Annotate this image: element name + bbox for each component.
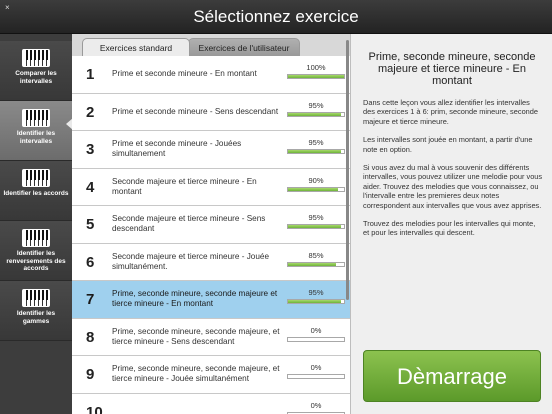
piano-keyboard-icon — [22, 49, 50, 67]
exercise-number: 4 — [86, 178, 95, 196]
progress-fill — [288, 150, 342, 153]
exercise-percent: 85% — [308, 250, 324, 260]
progress-bar — [287, 374, 345, 379]
exercise-number: 1 — [86, 66, 95, 83]
progress-fill — [288, 187, 339, 191]
exercise-percent: 0% — [310, 325, 322, 335]
sidebar-item-label: Identifier les accords — [3, 190, 69, 197]
exercise-list: 1 Prime et seconde mineure - En montant 10… — [72, 56, 350, 414]
exercise-name: Seconde majeure et tierce mineure - En m… — [112, 176, 257, 196]
exercise-percent: 95% — [308, 213, 324, 222]
exercise-number: 3 — [86, 141, 95, 158]
close-icon[interactable]: × — [5, 4, 10, 12]
exercise-number: 6 — [86, 253, 95, 271]
tab-standard-exercises[interactable]: Exercices standard — [82, 38, 190, 56]
exercise-percent: 95% — [308, 100, 324, 110]
exercise-row[interactable]: 6 Seconde majeure et tierce mineure - Jou… — [72, 243, 350, 281]
progress-bar — [287, 224, 345, 229]
progress-fill — [288, 112, 342, 116]
description-paragraph: Les intervalles sont jouée en montant, a… — [363, 135, 533, 154]
progress-bar — [287, 336, 345, 342]
sidebar-item-label: Identifier les gammes — [16, 310, 56, 325]
sidebar: Comparer les intervalles Identifier les i… — [0, 34, 72, 414]
tab-user-exercises[interactable]: Exercices de l'utilisateur — [188, 38, 300, 56]
description-paragraph: Dans cette leçon vous allez identifier l… — [363, 98, 539, 126]
sidebar-item-4[interactable]: Identifier les renversements des accords — [0, 221, 72, 281]
progress-fill — [288, 75, 344, 78]
piano-keyboard-icon — [22, 229, 50, 247]
sidebar-item-5[interactable]: Identifier les gammes — [0, 281, 72, 341]
exercise-row[interactable]: 1 Prime et seconde mineure - En montant 10… — [72, 56, 350, 94]
sidebar-item-label: Comparer les intervalles — [15, 70, 57, 85]
exercise-number: 8 — [86, 328, 95, 346]
description-paragraph: Trouvez des melodies pour les intervalle… — [363, 219, 536, 238]
exercise-name: Prime, seconde mineure, seconde majeure,… — [112, 364, 280, 384]
detail-description: Dans cette leçon vous allez identifier l… — [363, 98, 543, 247]
exercise-name: Seconde majeure et tierce mineure - Sens… — [112, 214, 266, 234]
exercise-row[interactable]: 5 Seconde majeure et tierce mineure - Sen… — [72, 206, 350, 244]
sidebar-item-1[interactable]: Comparer les intervalles — [0, 41, 72, 101]
exercise-percent: 90% — [308, 175, 324, 185]
exercise-percent: 95% — [308, 138, 324, 147]
progress-bar — [287, 299, 345, 304]
sidebar-item-label: Identifier les renversements des accords — [6, 250, 66, 272]
sidebar-item-label: Identifier les intervalles — [16, 130, 56, 145]
exercise-name: Prime et seconde mineure - Sens descenda… — [112, 106, 279, 116]
exercise-percent: 100% — [306, 63, 326, 72]
exercise-number: 9 — [86, 366, 95, 383]
piano-keyboard-icon — [22, 169, 50, 187]
progress-bar — [287, 74, 345, 79]
exercise-row[interactable]: 3 Prime et seconde mineure - Jouées simul… — [72, 131, 350, 169]
exercise-row[interactable]: 7 Prime, seconde mineure, seconde majeure… — [72, 281, 350, 319]
progress-bar — [287, 186, 345, 192]
exercise-list-panel: Exercices de l'utilisateur Exercices sta… — [72, 34, 350, 414]
progress-bar — [287, 111, 345, 117]
scrollbar[interactable] — [346, 40, 349, 300]
exercise-row[interactable]: 9 Prime, seconde mineure, seconde majeure… — [72, 356, 350, 394]
exercise-row[interactable]: 2 Prime et seconde mineure - Sens descend… — [72, 93, 350, 131]
detail-panel: Prime, seconde mineure, seconde majeure … — [350, 34, 552, 414]
piano-keyboard-icon — [22, 289, 50, 307]
exercise-name: Prime, seconde mineure, seconde majeure … — [112, 289, 278, 309]
exercise-name: Seconde majeure et tierce mineure - Joué… — [112, 251, 270, 271]
exercise-percent: 95% — [308, 288, 324, 297]
progress-bar — [287, 261, 345, 267]
exercise-row[interactable]: 4 Seconde majeure et tierce mineure - En … — [72, 168, 350, 206]
piano-keyboard-icon — [22, 109, 50, 127]
exercise-name: Prime et seconde mineure - En montant — [112, 69, 257, 79]
start-button[interactable]: Dèmarrage — [363, 350, 541, 402]
progress-bar — [287, 149, 345, 154]
progress-fill — [288, 262, 336, 266]
exercise-row[interactable]: 10 0% — [72, 393, 350, 414]
exercise-number: 5 — [86, 216, 95, 233]
exercise-number: 2 — [86, 103, 95, 121]
sidebar-item-3[interactable]: Identifier les accords — [0, 161, 72, 221]
exercise-name: Prime et seconde mineure - Jouées simult… — [112, 139, 242, 159]
title-bar: × Sélectionnez exercice — [0, 0, 552, 34]
detail-title: Prime, seconde mineure, seconde majeure … — [368, 51, 536, 87]
exercise-percent: 0% — [310, 363, 322, 372]
exercise-name: Prime, seconde mineure, seconde majeure,… — [112, 326, 280, 346]
progress-fill — [288, 300, 342, 303]
description-paragraph: Si vous avez du mal à vous souvenir des … — [363, 163, 543, 210]
tab-bar: Exercices de l'utilisateur Exercices sta… — [72, 34, 350, 56]
sidebar-item-2[interactable]: Identifier les intervalles — [0, 101, 72, 161]
exercise-number: 7 — [86, 291, 95, 308]
exercise-row[interactable]: 8 Prime, seconde mineure, seconde majeure… — [72, 318, 350, 356]
exercise-number: 10 — [86, 403, 103, 414]
exercise-percent: 0% — [310, 400, 322, 410]
page-title: Sélectionnez exercice — [193, 7, 359, 26]
progress-fill — [288, 225, 342, 228]
